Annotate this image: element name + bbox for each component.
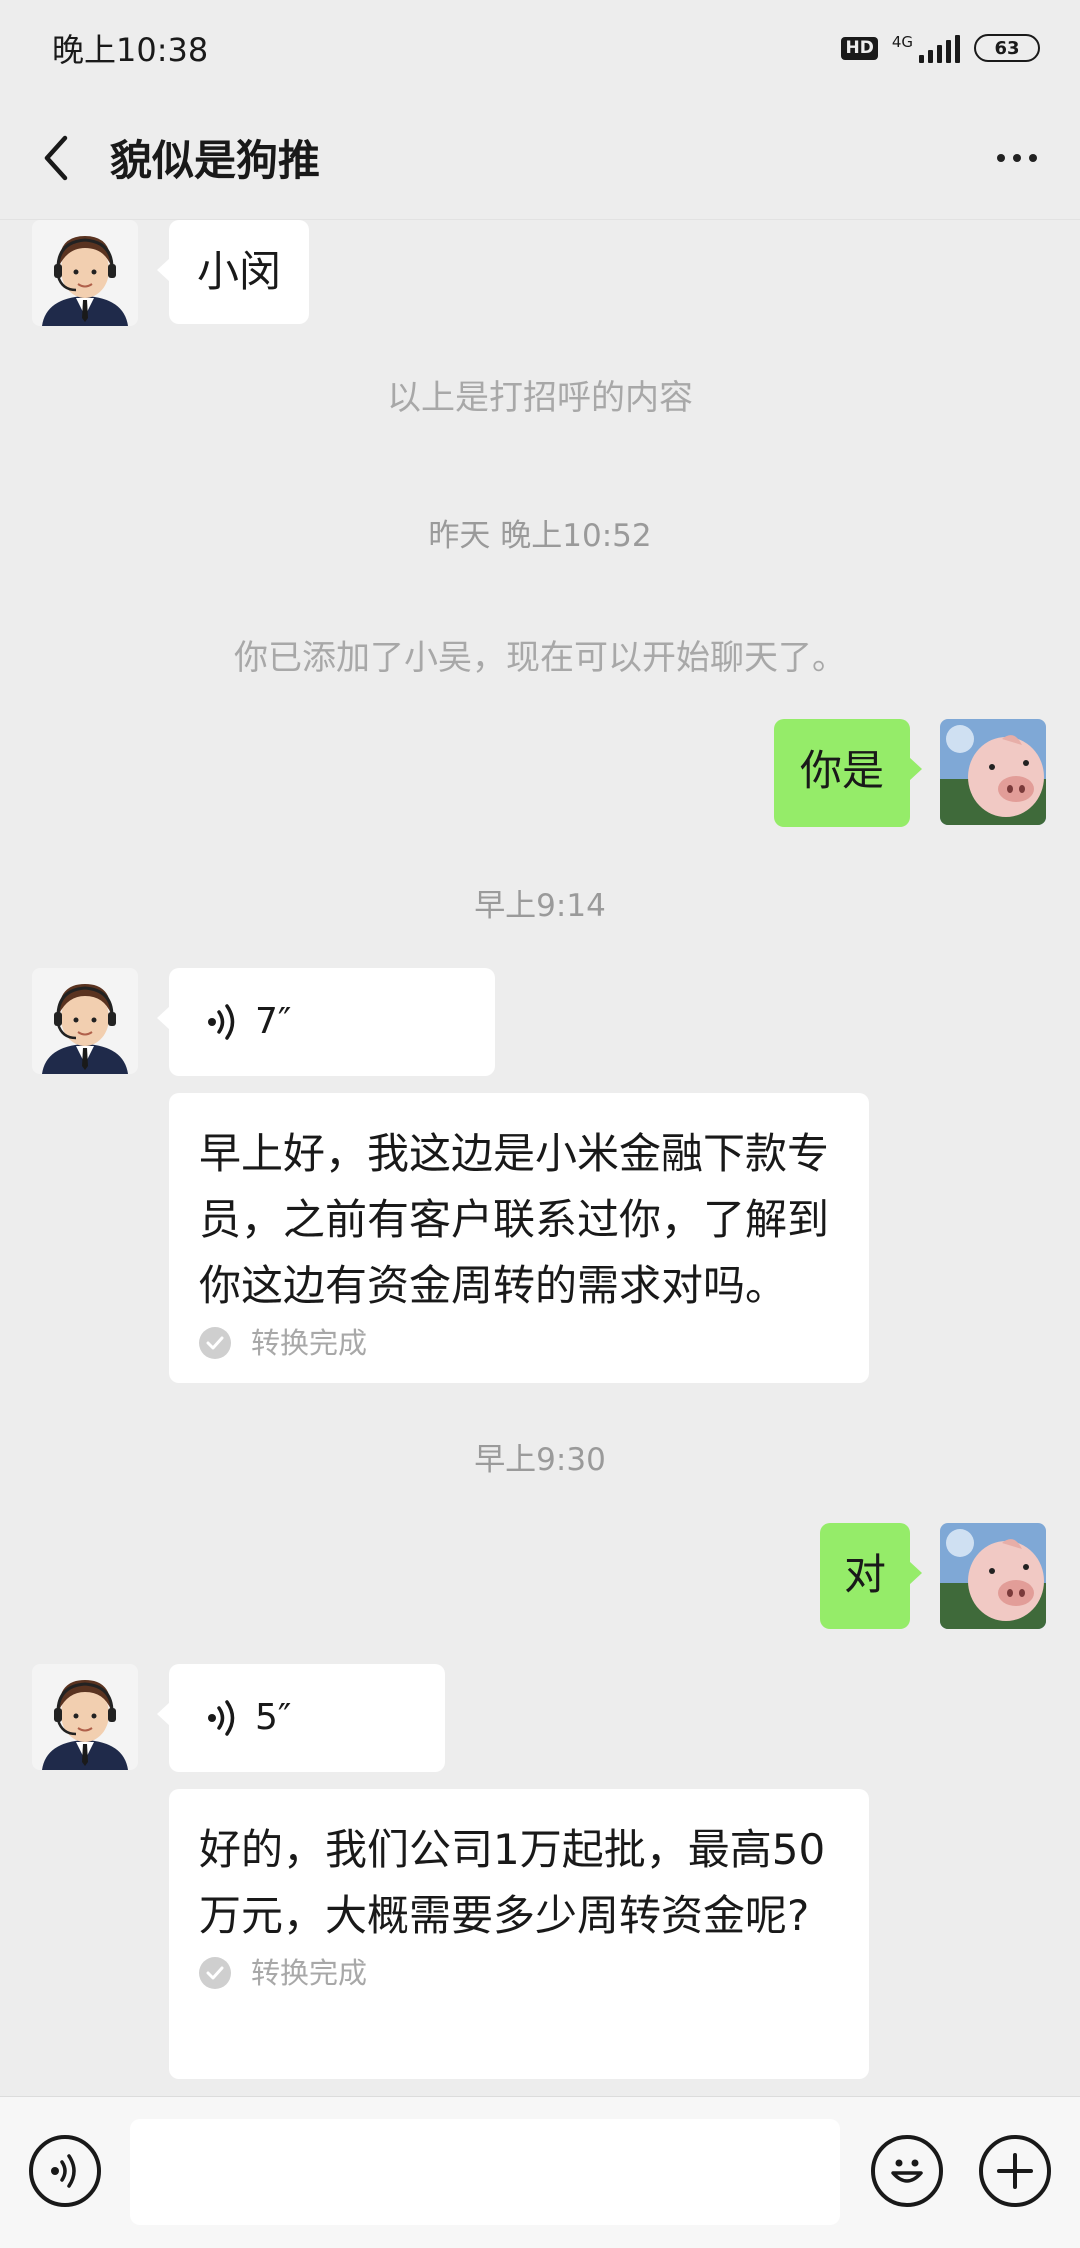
my-avatar[interactable] <box>940 1523 1046 1629</box>
voice-duration: 5″ <box>255 1697 292 1738</box>
battery-level: 63 <box>994 37 1020 59</box>
more-functions-plus-icon[interactable] <box>979 2135 1051 2207</box>
battery-icon: 63 <box>974 34 1040 62</box>
status-bar: 晚上10:38 HD 4G 63 <box>0 0 1080 96</box>
chat-title: 貌似是狗推 <box>110 136 321 185</box>
voice-message-bubble[interactable]: 7″ <box>157 968 495 1076</box>
timestamp: 早上9:14 <box>474 888 606 924</box>
voice-wave-icon <box>208 1004 235 1040</box>
chat-area[interactable]: 小闵 以上是打招呼的内容 昨天 晚上10:52 你已添加了小吴，现在可以开始聊天… <box>0 220 1080 2096</box>
message-bubble-received[interactable]: 小闵 <box>157 220 309 324</box>
signal-icon: 4G <box>892 33 960 63</box>
transcript-text: 好的，我们公司1万起批，最高50万元，大概需要多少周转资金呢? <box>199 1825 826 1940</box>
timestamp: 早上9:30 <box>474 1442 606 1478</box>
more-options-icon[interactable] <box>982 130 1052 186</box>
voice-transcript[interactable]: 早上好，我这边是小米金融下款专员，之前有客户联系过你，了解到你这边有资金周转的需… <box>169 1093 869 1383</box>
contact-avatar[interactable] <box>32 968 138 1074</box>
message-text: 你是 <box>800 746 885 795</box>
conversion-status-label: 转换完成 <box>251 1956 368 1990</box>
conversion-status-label: 转换完成 <box>251 1326 368 1360</box>
contact-avatar[interactable] <box>32 1664 138 1770</box>
message-input[interactable] <box>130 2119 840 2225</box>
emoji-icon[interactable] <box>871 2135 943 2207</box>
input-bar <box>0 2096 1080 2248</box>
greeting-note: 以上是打招呼的内容 <box>387 378 693 418</box>
voice-wave-icon <box>208 1700 235 1736</box>
message-bubble-sent[interactable]: 对 <box>820 1523 922 1629</box>
hd-icon: HD <box>841 36 878 60</box>
voice-transcript[interactable]: 好的，我们公司1万起批，最高50万元，大概需要多少周转资金呢? 转换完成 <box>169 1789 869 2079</box>
voice-input-icon[interactable] <box>29 2135 101 2207</box>
back-arrow-icon[interactable] <box>28 130 84 186</box>
voice-player: 7″ <box>169 968 495 1076</box>
voice-player: 5″ <box>169 1664 445 1772</box>
status-time: 晚上10:38 <box>52 31 209 69</box>
chat-header: 貌似是狗推 <box>0 96 1080 220</box>
my-avatar[interactable] <box>940 719 1046 825</box>
timestamp: 昨天 晚上10:52 <box>428 518 652 554</box>
conversion-status: 转换完成 <box>199 1323 839 1363</box>
transcript-text: 早上好，我这边是小米金融下款专员，之前有客户联系过你，了解到你这边有资金周转的需… <box>199 1129 830 1310</box>
system-notice: 你已添加了小吴，现在可以开始聊天了。 <box>234 638 846 678</box>
voice-message-bubble[interactable]: 5″ <box>157 1664 445 1772</box>
message-text: 对 <box>844 1550 887 1599</box>
status-indicators: HD 4G 63 <box>841 33 1040 63</box>
network-type: 4G <box>891 33 913 51</box>
voice-duration: 7″ <box>255 1001 292 1042</box>
check-icon <box>199 1957 231 1989</box>
check-icon <box>199 1327 231 1359</box>
message-text: 小闵 <box>197 247 282 296</box>
contact-avatar[interactable] <box>32 220 138 326</box>
conversion-status: 转换完成 <box>199 1953 839 1993</box>
message-bubble-sent[interactable]: 你是 <box>774 719 922 827</box>
